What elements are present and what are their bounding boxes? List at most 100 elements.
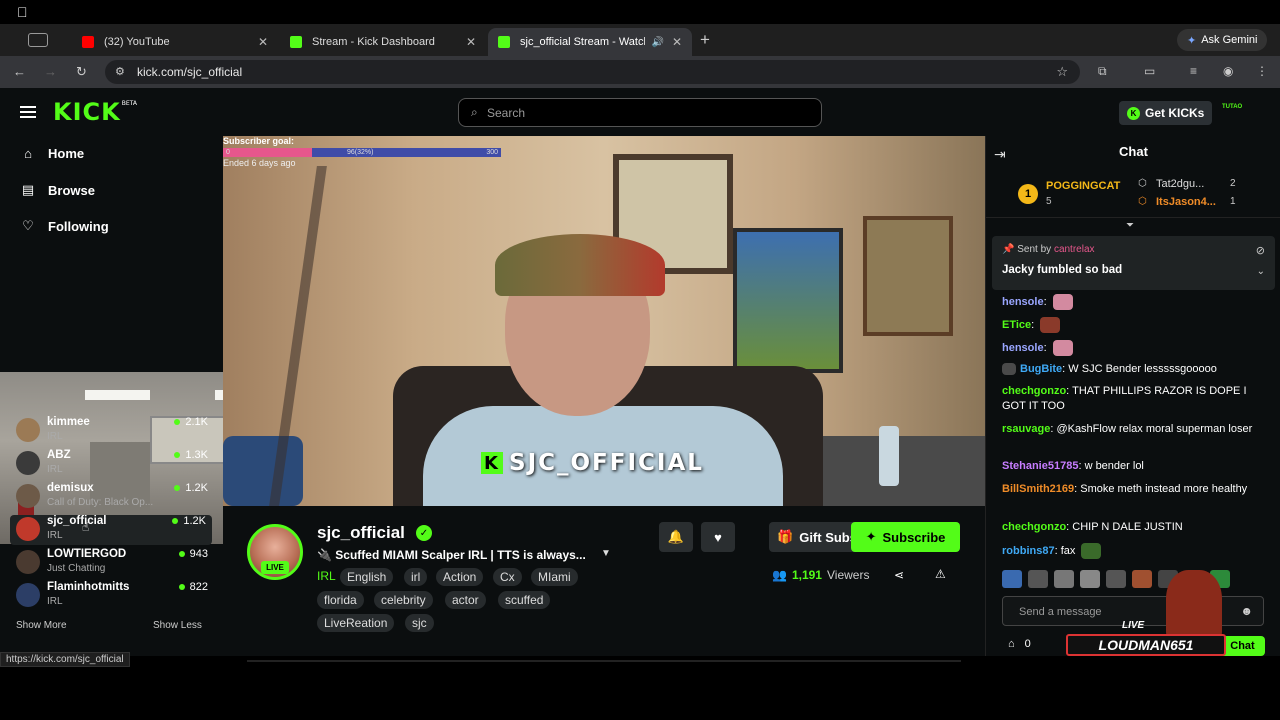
subscribe-label: Subscribe bbox=[882, 529, 946, 545]
emote-icon[interactable] bbox=[1028, 570, 1048, 588]
leader-name[interactable]: ItsJason4... bbox=[1156, 196, 1216, 208]
video-player[interactable]: Subscriber goal: 0 96(32%) 300 Ended 6 d… bbox=[223, 136, 985, 506]
profile-avatar-icon[interactable]: ◉ bbox=[1223, 64, 1233, 78]
hamburger-menu-icon[interactable] bbox=[20, 106, 36, 118]
channel-name: demisux bbox=[47, 482, 94, 494]
emote-icon bbox=[1040, 317, 1061, 333]
tag[interactable]: English bbox=[340, 568, 394, 586]
leader-name[interactable]: POGGINGCAT bbox=[1046, 180, 1120, 192]
emote-icon[interactable] bbox=[1002, 570, 1022, 588]
forward-icon[interactable]: → bbox=[44, 64, 57, 79]
emoji-icon[interactable]: ☻ bbox=[1240, 604, 1253, 618]
chat-username[interactable]: ETice bbox=[1002, 319, 1031, 331]
channel-item-lowtiergod[interactable]: LOWTIERGOD Just Chatting 943 bbox=[16, 548, 208, 578]
chat-username[interactable]: BugBite bbox=[1020, 363, 1062, 375]
chat-username[interactable]: hensole bbox=[1002, 342, 1044, 354]
rank-badge: 1 bbox=[1018, 184, 1038, 204]
sent-by-label: Sent by bbox=[1017, 244, 1052, 255]
category-link[interactable]: IRL bbox=[317, 569, 336, 583]
tag[interactable]: Cx bbox=[493, 568, 522, 586]
close-icon[interactable]: ✕ bbox=[258, 35, 268, 49]
collapse-chat-icon[interactable]: ⇥ bbox=[994, 146, 1006, 163]
hide-eye-icon[interactable]: ⊘ bbox=[1256, 244, 1265, 257]
tag[interactable]: LiveReation bbox=[317, 614, 395, 632]
kick-icon bbox=[498, 36, 510, 48]
new-tab-icon[interactable]: + bbox=[700, 30, 710, 50]
close-icon[interactable]: ✕ bbox=[672, 35, 682, 49]
tag[interactable]: celebrity bbox=[374, 591, 433, 609]
chat-username[interactable]: Stehanie51785 bbox=[1002, 460, 1078, 472]
url-text[interactable]: kick.com/sjc_official bbox=[137, 65, 242, 79]
tag[interactable]: florida bbox=[317, 591, 364, 609]
cast-icon[interactable]: ▭ bbox=[1144, 64, 1155, 78]
tag[interactable]: actor bbox=[445, 591, 486, 609]
back-icon[interactable]: ← bbox=[13, 64, 26, 79]
pinned-sender[interactable]: cantrelax bbox=[1054, 244, 1095, 255]
ask-gemini-button[interactable]: ✦ Ask Gemini bbox=[1177, 29, 1268, 51]
badge-icon bbox=[1002, 363, 1016, 376]
tag[interactable]: scuffed bbox=[498, 591, 551, 609]
menu-kebab-icon[interactable]: ⋮ bbox=[1256, 64, 1268, 78]
chevron-down-icon[interactable]: ▼ bbox=[601, 548, 611, 559]
chat-username[interactable]: chechgonzo bbox=[1002, 521, 1066, 533]
media-control-icon[interactable]: ≡ bbox=[1190, 64, 1197, 78]
address-bar[interactable]: ⚙ kick.com/sjc_official ☆ bbox=[105, 60, 1080, 84]
channel-item-kimmee[interactable]: kimmee IRL 2.1K bbox=[16, 416, 208, 446]
leader-count: 5 bbox=[1046, 196, 1052, 207]
chat-username[interactable]: BillSmith2169 bbox=[1002, 483, 1074, 495]
gift-icon: 🎁 bbox=[777, 529, 794, 544]
tag[interactable]: irl bbox=[404, 568, 428, 586]
report-warning-icon[interactable]: ⚠ bbox=[935, 567, 946, 581]
follow-heart-button[interactable]: ♥ bbox=[701, 522, 735, 552]
bookmark-star-icon[interactable]: ☆ bbox=[1056, 64, 1068, 80]
goal-ended-text: Ended 6 days ago bbox=[223, 158, 296, 168]
sidebar-item-following[interactable]: ♡ Following bbox=[20, 218, 108, 234]
tab-youtube[interactable]: (32) YouTube ✕ bbox=[72, 28, 278, 56]
pinned-message[interactable]: 📌 Sent by cantrelax ⊘ Jacky fumbled so b… bbox=[992, 236, 1275, 290]
kick-logo[interactable]: KICKBETA bbox=[53, 98, 137, 126]
speaker-icon[interactable]: 🔊 bbox=[651, 37, 663, 48]
logo-beta: BETA bbox=[121, 100, 137, 107]
sidebar-item-home[interactable]: ⌂ Home bbox=[20, 146, 84, 161]
search-input[interactable] bbox=[487, 103, 807, 123]
get-kicks-button[interactable]: K Get KICKs bbox=[1119, 101, 1213, 125]
close-icon[interactable]: ✕ bbox=[466, 35, 476, 49]
subscribe-button[interactable]: ✦ Subscribe bbox=[851, 522, 960, 552]
apple-icon[interactable]:  bbox=[17, 4, 28, 20]
stream-watermark: K SJC_OFFICIAL bbox=[481, 450, 704, 476]
channel-item-abz[interactable]: ABZ IRL 1.3K bbox=[16, 449, 208, 479]
site-info-icon[interactable]: ⚙ bbox=[115, 65, 125, 78]
share-icon[interactable]: ⋖ bbox=[894, 568, 904, 582]
chevron-down-icon[interactable]: ⌄ bbox=[1257, 266, 1265, 277]
tab-kick-dashboard[interactable]: Stream - Kick Dashboard ✕ bbox=[280, 28, 486, 56]
avatar bbox=[16, 484, 40, 508]
tag[interactable]: Action bbox=[436, 568, 484, 586]
extensions-icon[interactable]: ⧉ bbox=[1098, 64, 1107, 79]
channel-item-sjc-official[interactable]: sjc_official IRL 1.2K bbox=[10, 515, 212, 545]
tab-title: (32) YouTube bbox=[104, 36, 170, 48]
channel-points[interactable]: ⌂ 0 bbox=[1008, 638, 1031, 650]
browser-toolbar: ← → ↻ ⚙ kick.com/sjc_official ☆ ⧉ ▭ ≡ ◉ … bbox=[0, 56, 1280, 88]
notification-bell-button[interactable]: 🔔 bbox=[659, 522, 693, 552]
tab-search-icon[interactable] bbox=[28, 33, 48, 47]
send-chat-button[interactable]: Chat bbox=[1220, 636, 1265, 656]
channel-item-flaminhotmitts[interactable]: Flaminhotmitts IRL 822 bbox=[16, 581, 208, 611]
sidebar-item-browse[interactable]: ▤ Browse bbox=[20, 182, 95, 198]
channel-item-demisux[interactable]: demisux Call of Duty: Black Op... 1.2K bbox=[16, 482, 208, 512]
show-less-link[interactable]: Show Less bbox=[153, 620, 202, 631]
chat-username[interactable]: robbins87 bbox=[1002, 545, 1055, 557]
reload-icon[interactable]: ↻ bbox=[76, 64, 87, 80]
user-avatar[interactable]: TUTAO bbox=[1222, 104, 1242, 122]
show-more-link[interactable]: Show More bbox=[16, 620, 67, 631]
live-dot-icon bbox=[178, 584, 185, 590]
tag[interactable]: sjc bbox=[405, 614, 434, 632]
filter-icon[interactable]: ⏷ bbox=[1126, 220, 1134, 231]
tab-sjc-stream[interactable]: sjc_official Stream - Watch 🔊 ✕ bbox=[488, 28, 692, 56]
search-box: ⌕ bbox=[458, 98, 822, 127]
leader-name[interactable]: Tat2dgu... bbox=[1156, 178, 1204, 190]
tag[interactable]: MIami bbox=[531, 568, 578, 586]
chat-username[interactable]: hensole bbox=[1002, 296, 1044, 308]
streamer-name[interactable]: sjc_official bbox=[317, 523, 405, 543]
chat-username[interactable]: chechgonzo bbox=[1002, 385, 1066, 397]
chat-username[interactable]: rsauvage bbox=[1002, 423, 1050, 435]
